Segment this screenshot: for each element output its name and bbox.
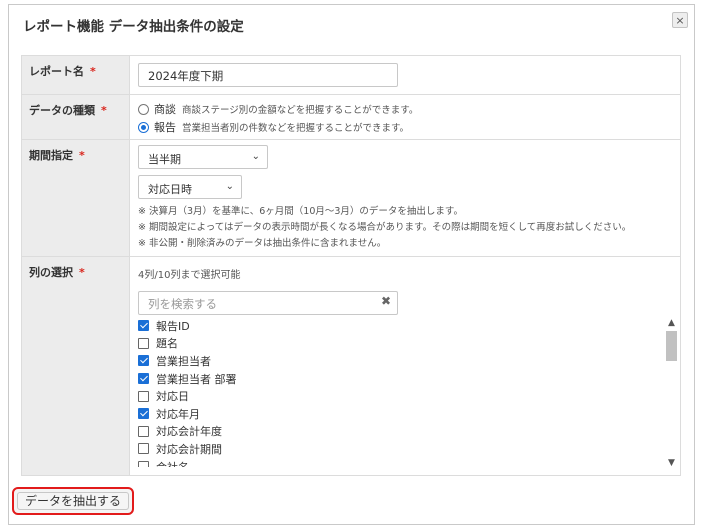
required-mark: * bbox=[90, 65, 96, 78]
list-item[interactable]: 営業担当者 bbox=[138, 352, 681, 370]
radio-option-shodan[interactable]: 商談 商談ステージ別の金額などを把握することができます。 bbox=[138, 101, 680, 117]
data-type-label: データの種類 * bbox=[22, 95, 130, 139]
checkbox[interactable] bbox=[138, 390, 149, 402]
column-search-input[interactable]: 列を検索する ✖ bbox=[138, 291, 398, 315]
row-period: 期間指定 * 当半期 ⌄ 対応日時 ⌄ ※ 決算月（3月）を基準に、6ヶ月間（10… bbox=[21, 140, 681, 257]
period-notes: ※ 決算月（3月）を基準に、6ヶ月間（10月～3月）のデータを抽出します。 ※ … bbox=[138, 206, 632, 249]
date-field-select[interactable]: 対応日時 ⌄ bbox=[138, 175, 242, 199]
close-icon[interactable]: × bbox=[672, 12, 688, 28]
list-item[interactable]: 営業担当者 部署 bbox=[138, 370, 681, 388]
report-name-label: レポート名 * bbox=[22, 56, 130, 94]
checkbox[interactable] bbox=[138, 461, 149, 467]
list-item[interactable]: 対応年月 bbox=[138, 405, 681, 423]
row-columns: 列の選択 * 4列/10列まで選択可能 列を検索する ✖ 報告ID 題名 営業担当… bbox=[21, 257, 681, 476]
scroll-down-icon[interactable]: ▼ bbox=[665, 457, 678, 469]
row-data-type: データの種類 * 商談 商談ステージ別の金額などを把握することができます。 報告 … bbox=[21, 95, 681, 140]
extract-settings-dialog: レポート機能 データ抽出条件の設定 × レポート名 * 2024年度下期 データの… bbox=[8, 4, 695, 525]
scroll-thumb[interactable] bbox=[666, 331, 677, 361]
chevron-down-icon: ⌄ bbox=[225, 181, 234, 192]
checkbox[interactable] bbox=[138, 355, 149, 367]
dialog-title: レポート機能 データ抽出条件の設定 bbox=[23, 19, 244, 35]
list-item[interactable]: 会社名 bbox=[138, 458, 681, 467]
checkbox[interactable] bbox=[138, 373, 149, 385]
period-label: 期間指定 * bbox=[22, 140, 130, 256]
required-mark: * bbox=[101, 104, 107, 117]
radio-houkoku[interactable] bbox=[138, 121, 149, 133]
radio-shodan[interactable] bbox=[138, 103, 149, 115]
scroll-up-icon[interactable]: ▲ bbox=[665, 317, 678, 329]
required-mark: * bbox=[79, 266, 85, 279]
checkbox[interactable] bbox=[138, 425, 149, 437]
list-item[interactable]: 報告ID bbox=[138, 317, 681, 335]
chevron-down-icon: ⌄ bbox=[251, 151, 260, 162]
settings-form: レポート名 * 2024年度下期 データの種類 * 商談 商談ステージ別の金額などを… bbox=[21, 55, 681, 476]
list-item[interactable]: 対応会計期間 bbox=[138, 440, 681, 458]
radio-option-houkoku[interactable]: 報告 営業担当者別の件数などを把握することができます。 bbox=[138, 119, 680, 135]
clear-icon[interactable]: ✖ bbox=[381, 294, 391, 308]
period-select[interactable]: 当半期 ⌄ bbox=[138, 145, 268, 169]
columns-label: 列の選択 * bbox=[22, 257, 130, 475]
checkbox[interactable] bbox=[138, 443, 149, 455]
row-report-name: レポート名 * 2024年度下期 bbox=[21, 56, 681, 95]
column-list: 報告ID 題名 営業担当者 営業担当者 部署 対応日 対応年月 対応会計年度 対… bbox=[138, 317, 681, 467]
column-count-text: 4列/10列まで選択可能 bbox=[138, 270, 241, 281]
list-item[interactable]: 対応会計年度 bbox=[138, 423, 681, 441]
extract-data-button[interactable]: データを抽出する bbox=[12, 487, 134, 515]
list-item[interactable]: 題名 bbox=[138, 335, 681, 353]
report-name-input[interactable]: 2024年度下期 bbox=[138, 63, 398, 87]
required-mark: * bbox=[79, 149, 85, 162]
checkbox[interactable] bbox=[138, 337, 149, 349]
column-list-scrollbar[interactable]: ▲ ▼ bbox=[665, 317, 678, 469]
checkbox[interactable] bbox=[138, 408, 149, 420]
checkbox[interactable] bbox=[138, 320, 149, 332]
list-item[interactable]: 対応日 bbox=[138, 387, 681, 405]
